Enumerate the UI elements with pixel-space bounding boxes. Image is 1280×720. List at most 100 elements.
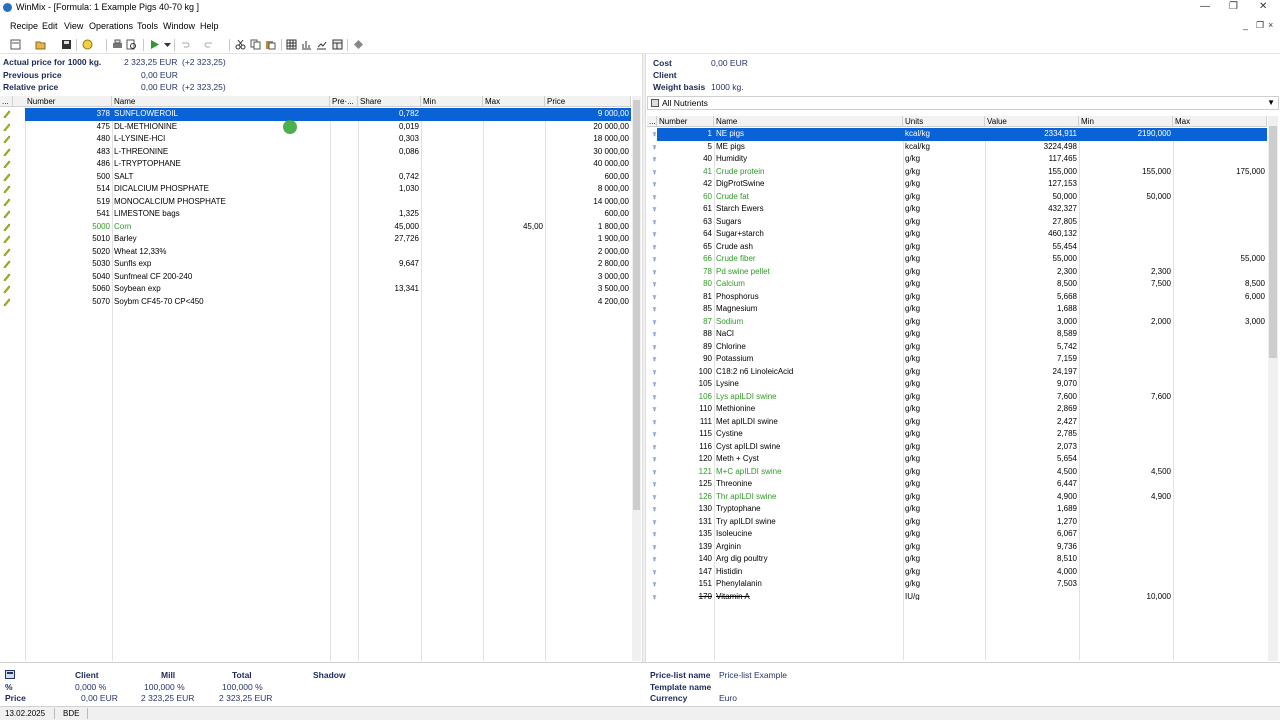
nutrient-number[interactable]: 125 [657,478,714,491]
nutrient-row[interactable]: ♆ 85 Magnesium g/kg 1,688 [647,303,1267,316]
minimize-icon[interactable]: — [1200,1,1210,12]
run-dropdown-icon[interactable] [162,39,173,50]
nutrient-value[interactable]: 6,067 [985,528,1079,541]
nut-col-menu[interactable]: ... [647,116,657,127]
nutrient-name[interactable]: Vitamin A [714,591,903,601]
nutrient-name[interactable]: Vitamin K3 [714,628,903,641]
nutrient-min[interactable] [1079,503,1173,516]
nutrient-max[interactable]: 8,500 [1173,278,1267,291]
nutrient-min[interactable]: 50,000 [1079,191,1173,204]
ing-col-price[interactable]: Price [545,96,631,107]
nutrient-max[interactable] [1173,528,1267,541]
nutrient-units[interactable]: g/kg [903,303,985,316]
nutrient-max[interactable] [1173,553,1267,566]
nutrient-min[interactable]: 4,500 [1079,466,1173,479]
nutrient-number[interactable]: 139 [657,541,714,554]
nutrient-name[interactable]: Crude protein [714,166,903,179]
menu-recipe[interactable]: Recipe [10,21,38,31]
nutrient-row[interactable]: ♆ 1 NE pigs kcal/kg 2334,911 2190,000 [647,128,1267,141]
save-icon[interactable] [61,39,72,50]
nutrient-units[interactable]: g/kg [903,553,985,566]
nutrient-name[interactable]: Cyst apILDI swine [714,441,903,454]
nutrient-number[interactable]: 81 [657,291,714,304]
nutrient-max[interactable] [1173,353,1267,366]
nutrient-max[interactable] [1173,578,1267,591]
menu-operations[interactable]: Operations [89,21,133,31]
nutrient-max[interactable] [1173,541,1267,554]
nutrient-min[interactable] [1079,328,1173,341]
nutrient-number[interactable]: 151 [657,578,714,591]
nutrient-value[interactable]: 3,000 [985,316,1079,329]
nutrient-max[interactable] [1173,128,1267,141]
nutrient-number[interactable]: 170 [657,591,714,601]
nutrient-units[interactable]: g/kg [903,341,985,354]
nutrient-value[interactable]: 24,197 [985,366,1079,379]
nutrient-value[interactable]: 4,900 [985,491,1079,504]
nutrient-min[interactable] [1079,441,1173,454]
grid-view-icon[interactable] [286,39,297,50]
nutrient-number[interactable]: 89 [657,341,714,354]
nutrient-name[interactable]: Lysine [714,378,903,391]
nutrient-min[interactable] [1079,603,1173,616]
nutrient-value[interactable]: 1,688 [985,303,1079,316]
nutrient-units[interactable]: IU/g [903,591,985,601]
nutrient-value[interactable] [985,641,1079,654]
analysis-icon[interactable] [316,39,327,50]
nutrient-max[interactable] [1173,491,1267,504]
ingredient-row[interactable]: 378 SUNFLOWEROIL 0,782 9 000,00 [0,108,631,121]
nutrient-name[interactable]: Calcium [714,278,903,291]
nutrient-row[interactable]: ♆ 64 Sugar+starch g/kg 460,132 [647,228,1267,241]
nutrient-number[interactable]: 126 [657,491,714,504]
nutrient-max[interactable] [1173,453,1267,466]
nutrient-max[interactable] [1173,391,1267,404]
ingredient-max[interactable] [483,108,545,121]
nutrient-min[interactable] [1079,616,1173,629]
nutrient-units[interactable]: g/kg [903,253,985,266]
nutrient-max[interactable] [1173,178,1267,191]
nutrient-number[interactable]: 174 [657,641,714,654]
nutrient-row[interactable]: ♆ 100 C18:2 n6 LinoleicAcid g/kg 24,197 [647,366,1267,379]
nutrient-name[interactable]: Isoleucine [714,528,903,541]
nutrient-number[interactable]: 63 [657,216,714,229]
nutrient-value[interactable]: 460,132 [985,228,1079,241]
nutrient-units[interactable]: g/kg [903,241,985,254]
paste-icon[interactable] [265,39,276,50]
nutrient-max[interactable] [1173,416,1267,429]
nutrient-row[interactable]: ♆ 89 Chlorine g/kg 5,742 [647,341,1267,354]
nutrient-min[interactable] [1079,453,1173,466]
nutrient-number[interactable]: 172 [657,616,714,629]
nutrient-value[interactable]: 2,785 [985,428,1079,441]
nutrient-units[interactable]: g/kg [903,503,985,516]
nutrient-units[interactable]: g/kg [903,516,985,529]
nutrient-units[interactable]: g/kg [903,466,985,479]
menu-view[interactable]: View [64,21,83,31]
nutrient-min[interactable] [1079,528,1173,541]
nutrient-units[interactable]: kcal/kg [903,141,985,154]
nutrients-scroll-thumb[interactable] [1269,126,1277,358]
ing-col-share[interactable]: Share [358,96,421,107]
mdi-close-icon[interactable]: × [1268,20,1273,30]
nutrient-value[interactable]: 8,500 [985,278,1079,291]
nutrient-min[interactable] [1079,228,1173,241]
nutrient-min[interactable]: 4,900 [1079,491,1173,504]
nutrient-row[interactable]: ♆ 87 Sodium g/kg 3,000 2,000 3,000 [647,316,1267,329]
nutrient-value[interactable]: 6,447 [985,478,1079,491]
nutrient-units[interactable]: g/kg [903,203,985,216]
nutrient-min[interactable] [1079,403,1173,416]
nutrient-number[interactable]: 110 [657,403,714,416]
nutrient-max[interactable] [1173,591,1267,601]
nutrient-name[interactable]: Arg dig poultry [714,553,903,566]
nutrient-min[interactable]: 2,300 [1079,266,1173,279]
nutrient-name[interactable]: Cystine [714,428,903,441]
nutrient-max[interactable] [1173,441,1267,454]
nutrient-value[interactable]: 2334,911 [985,128,1079,141]
nutrient-min[interactable] [1079,516,1173,529]
nutrient-filter-dropdown[interactable]: All Nutrients ▼ [647,96,1279,110]
nutrient-min[interactable] [1079,141,1173,154]
nutrient-max[interactable]: 6,000 [1173,291,1267,304]
nutrient-min[interactable] [1079,553,1173,566]
nutrient-min[interactable]: 10,000 [1079,591,1173,601]
nutrient-units[interactable]: g/kg [903,366,985,379]
nutrient-row[interactable]: ♆ 105 Lysine g/kg 9,070 [647,378,1267,391]
run-icon[interactable] [149,39,160,50]
